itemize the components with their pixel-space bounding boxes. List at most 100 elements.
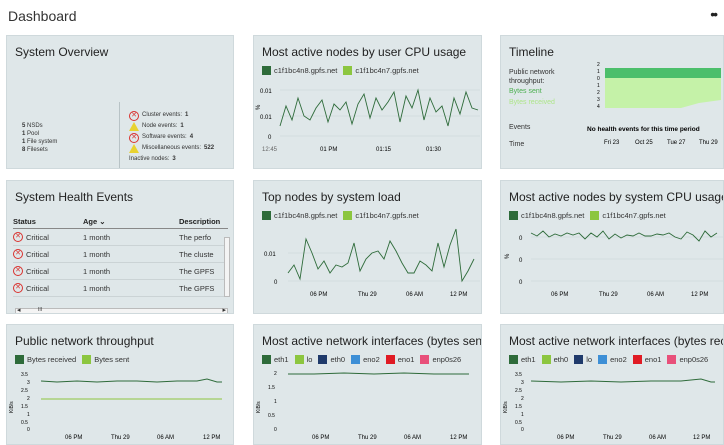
y-tick-label: 1 [521, 412, 524, 418]
y-tick-label: 0 [274, 280, 278, 286]
dashboard-header: Dashboard •• [0, 0, 724, 32]
x-tick-label: Thu 29 [111, 435, 130, 441]
iface-bytes-sent-chart: KiB/s 2 1.5 1 0.5 0 06 PM Thu 29 06 AM 1… [256, 371, 469, 441]
system-cpu-chart: 0 0 0 % 06 PM Thu 29 06 AM 12 PM [505, 230, 723, 298]
age-text: 1 month [83, 249, 111, 259]
scroll-right-icon[interactable]: ▸ [222, 306, 226, 313]
x-tick-label: 06 PM [557, 435, 574, 441]
y-tick-label: 2.5 [21, 388, 28, 394]
system-cpu-chart-widget[interactable]: Most active nodes by system CPU usage c1… [500, 180, 724, 314]
network-throughput-chart: KiB/s 3.5 3 2.5 2 1.5 1 0.5 0 06 PM Thu … [9, 372, 222, 441]
pool-label: Pool [27, 131, 40, 137]
node-events-row[interactable]: Node events: 1 [129, 121, 214, 132]
x-tick-label: Oct 25 [635, 140, 653, 146]
y-tick-label: 2.5 [515, 388, 522, 394]
y-tick-label: 2 [27, 396, 30, 402]
user-cpu-chart-widget[interactable]: Most active nodes by user CPU usage c1f1… [253, 35, 482, 169]
y-tick-label: 1 [597, 83, 600, 89]
system-overview-widget[interactable]: System Overview 5 NSDs 1 Pool 1 File sys… [6, 35, 234, 169]
y-tick-label: 3 [597, 97, 600, 103]
software-events-row[interactable]: ✕ Software events: 4 [129, 132, 214, 143]
y-tick-label: 0.01 [260, 89, 272, 95]
y-tick-label: 3 [27, 380, 30, 386]
y-tick-label: 1.5 [268, 385, 275, 391]
nsd-count: 5 [22, 123, 26, 129]
health-events-widget[interactable]: System Health Events Status Age ⌄ Descri… [6, 180, 234, 314]
bytes-received-area [605, 78, 721, 108]
x-tick-label: 12 PM [450, 435, 467, 441]
x-tick-label: Thu 29 [599, 292, 618, 298]
age-text: 1 month [83, 266, 111, 276]
x-tick-label: 12:45 [262, 147, 278, 153]
x-tick-label: 06 AM [647, 292, 664, 298]
y-tick-label: 3.5 [21, 372, 28, 378]
x-tick-label: 06 AM [157, 435, 174, 441]
critical-icon: ✕ [129, 110, 139, 121]
status-text: Critical [26, 232, 49, 242]
horizontal-scrollbar[interactable]: ◂ III ▸ [15, 306, 228, 313]
inactive-count: 3 [172, 156, 176, 162]
x-tick-label: Tue 27 [667, 140, 686, 146]
event-label: Software events: [142, 134, 187, 140]
y-tick-label: 0 [519, 280, 523, 286]
y-tick-label: 1.5 [515, 404, 522, 410]
y-tick-label: 0.5 [268, 413, 275, 419]
iface-bytes-received-chart: KiB/s 3.5 3 2.5 2 1.5 1 0.5 0 06 PM Thu … [503, 372, 715, 441]
system-load-chart-widget[interactable]: Top nodes by system load c1f1bc4n8.gpfs.… [253, 180, 482, 314]
widget-title: System Health Events [15, 190, 134, 204]
x-tick-label: Thu 29 [699, 140, 718, 146]
critical-icon: ✕ [13, 283, 23, 293]
more-options-icon[interactable]: •• [710, 6, 718, 22]
table-row[interactable]: ✕ Critical 1 month The cluste [13, 246, 228, 263]
user-cpu-chart: 0.01 0.01 0 % 12:45 01 PM 01:15 01:30 [256, 88, 480, 153]
y-tick-label: 2 [597, 90, 600, 96]
x-tick-label: 01 PM [320, 147, 337, 153]
resource-summary: 5 NSDs 1 Pool 1 File system 8 Filesets [22, 122, 57, 154]
scroll-thumb[interactable]: III [38, 307, 42, 313]
widget-title: System Overview [15, 45, 109, 59]
timeline-widget[interactable]: Timeline Public network throughput: Byte… [500, 35, 724, 169]
y-tick-label: 0 [519, 236, 523, 242]
table-row[interactable]: ✕ Critical 1 month The perfo [13, 229, 228, 246]
status-text: Critical [26, 249, 49, 259]
table-row[interactable]: ✕ Critical 1 month The GPFS [13, 280, 228, 297]
bytes-sent-area [605, 68, 721, 78]
y-tick-label: 3 [521, 380, 524, 386]
misc-events-row[interactable]: Miscellaneous events: 522 [129, 143, 214, 154]
scroll-left-icon[interactable]: ◂ [17, 306, 21, 313]
events-table: Status Age ⌄ Description ✕ Critical 1 mont… [13, 217, 228, 297]
x-tick-label: 06 AM [406, 292, 423, 298]
cluster-events-row[interactable]: ✕ Cluster events: 1 [129, 110, 214, 121]
series-line-eth1 [288, 372, 469, 375]
x-tick-label: Thu 29 [358, 435, 377, 441]
network-throughput-widget[interactable]: Public network throughput Bytes received… [6, 324, 234, 445]
vertical-scrollbar[interactable] [224, 237, 230, 297]
column-description[interactable]: Description [179, 217, 228, 225]
critical-icon: ✕ [13, 232, 23, 242]
column-age[interactable]: Age ⌄ [83, 217, 179, 226]
event-label: Miscellaneous events: [142, 145, 202, 151]
status-text: Critical [26, 283, 49, 293]
description-text: The cluste [179, 249, 214, 259]
y-tick-label: 0 [268, 135, 272, 141]
y-tick-label: 1 [27, 412, 30, 418]
x-tick-label: Fri 23 [604, 140, 620, 146]
fileset-label: Filesets [27, 147, 48, 153]
column-status[interactable]: Status [13, 217, 83, 226]
iface-bytes-sent-widget[interactable]: Most active network interfaces (bytes se… [253, 324, 482, 445]
page-title: Dashboard [8, 8, 77, 24]
description-text: The perfo [179, 232, 212, 242]
critical-icon: ✕ [129, 132, 139, 143]
inactive-nodes-row[interactable]: Inactive nodes: 3 [129, 154, 214, 165]
warning-icon [129, 122, 139, 131]
y-tick-label: 0.01 [260, 115, 272, 121]
y-tick-label: 1 [597, 69, 600, 75]
series-line-eth1 [530, 378, 715, 383]
table-row[interactable]: ✕ Critical 1 month The GPFS [13, 263, 228, 280]
x-tick-label: 06 PM [65, 435, 82, 441]
y-tick-label: 2 [597, 62, 600, 68]
iface-bytes-received-widget[interactable]: Most active network interfaces (bytes re… [500, 324, 724, 445]
divider [119, 102, 120, 168]
warning-icon [129, 144, 139, 153]
y-tick-label: 0 [521, 427, 524, 433]
